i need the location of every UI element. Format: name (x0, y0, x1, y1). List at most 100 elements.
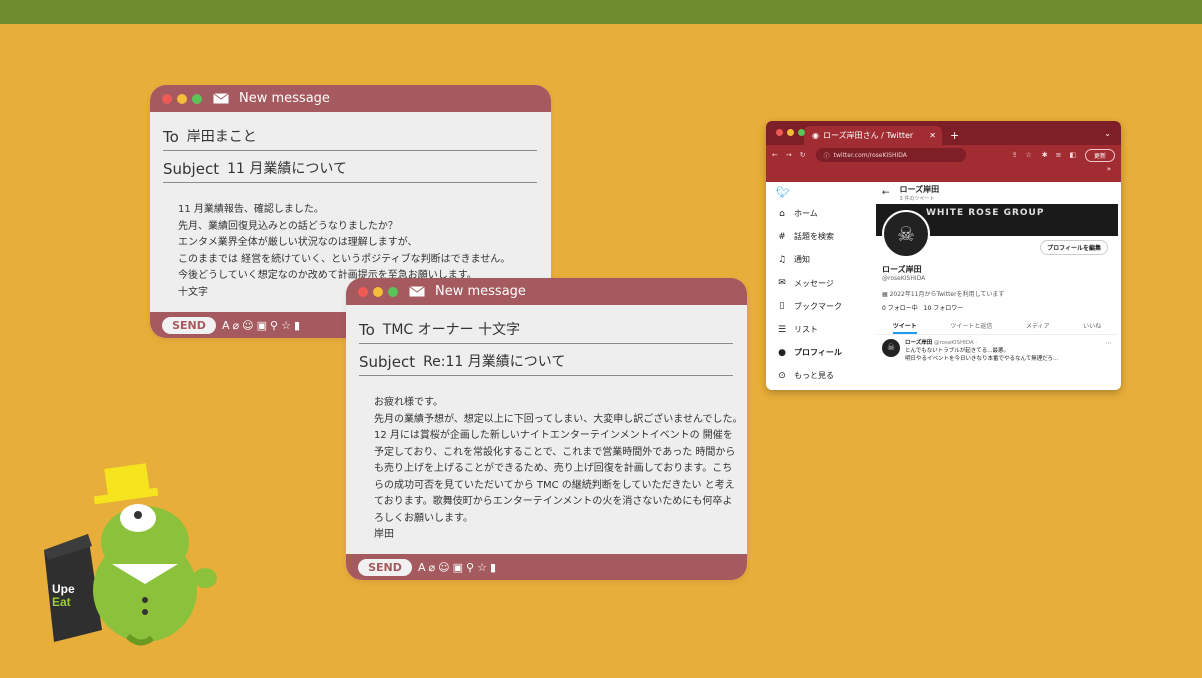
attach-icon[interactable]: ⌀ (233, 319, 240, 332)
subject-label: Subject (163, 160, 220, 178)
new-tab-icon[interactable]: + (950, 129, 959, 142)
body-line: 先月、業績回復見込みとの話どうなりましたか？ (178, 220, 398, 232)
tab-media[interactable]: メディア (1026, 321, 1050, 334)
bookmark-star-icon[interactable]: ☆ (1026, 151, 1032, 159)
sidebar-item-more[interactable]: ⊙ もっと見る (766, 364, 874, 387)
body-line: らの成功可否を見ていただいてから TMC の継続判断をしていただきたい と考え (374, 479, 735, 491)
tweet-author: ローズ岸田 (905, 340, 933, 346)
close-dot-icon[interactable] (776, 129, 783, 136)
format-text-icon[interactable]: A (418, 561, 426, 574)
profile-name: ローズ岸田 (882, 265, 922, 274)
update-button[interactable]: 更新 (1084, 148, 1115, 162)
followers-count[interactable]: 10 フォロワー (924, 305, 964, 312)
envelope-icon (213, 93, 229, 104)
emoji-icon[interactable]: ☺ (242, 319, 253, 332)
browser-window: ◉ ローズ岸田さん / Twitter ✕ + ⌄ ← → ↻ ⓘ twitte… (766, 121, 1121, 390)
body-line: ております。歌舞伎町からエンターテインメントの火を消さないためにも何卒よ (374, 496, 733, 507)
tab-likes[interactable]: いいね (1083, 321, 1101, 334)
sidebar-item-label: もっと見る (794, 371, 834, 381)
search-icon[interactable]: ⚲ (270, 319, 278, 332)
calendar-icon: ▦ (882, 291, 890, 298)
bookmarks-bar: » (766, 165, 1121, 182)
sidebar-item-lists[interactable]: ☰ リスト (766, 318, 874, 341)
body-line: 予定しており、これを常設化することで、これまで営業時間外であった 時間から (374, 446, 736, 458)
back-arrow-icon[interactable]: ← (882, 188, 890, 198)
emoji-icon[interactable]: ☺ (438, 561, 449, 574)
edit-profile-button[interactable]: プロフィールを編集 (1040, 240, 1108, 255)
send-button[interactable]: SEND (162, 316, 216, 334)
forward-icon[interactable]: → (786, 151, 792, 159)
subject-field[interactable]: Subject 11 月業績について (163, 155, 537, 183)
sidebar-item-label: 通知 (794, 255, 810, 265)
mail-window-2: New message To TMC オーナー 十文字 Subject Re:1… (346, 278, 747, 580)
sidebar-item-label: メッセージ (794, 278, 834, 288)
attach-icon[interactable]: ⌀ (429, 561, 436, 574)
minimize-dot-icon[interactable] (787, 129, 794, 136)
avatar[interactable]: ☠ (882, 210, 930, 258)
maximize-dot-icon[interactable] (798, 129, 805, 136)
sidebar-item-profile[interactable]: ● プロフィール (766, 341, 874, 364)
mail-1-title-bar: New message (150, 85, 551, 112)
sidebar-item-label: ホーム (794, 209, 818, 219)
star-icon[interactable]: ☆ (477, 561, 487, 574)
image-icon[interactable]: ▣ (257, 319, 267, 332)
back-icon[interactable]: ← (772, 151, 778, 159)
bell-icon: ♫ (777, 254, 787, 265)
share-icon[interactable]: ⇪ (1012, 151, 1018, 159)
maximize-dot-icon[interactable] (192, 93, 202, 104)
trash-icon[interactable]: ▮ (294, 319, 300, 332)
url-input[interactable]: ⓘ twitter.com/roseKISHIDA (815, 148, 966, 162)
body-line: エンタメ業界全体が厳しい状況なのは理解しますが、 (178, 237, 418, 248)
reading-list-icon[interactable]: ≡ (1056, 151, 1062, 159)
format-text-icon[interactable]: A (222, 319, 230, 332)
tweet-more-icon[interactable]: ⋯ (1105, 339, 1112, 363)
sidebar-item-notifications[interactable]: ♫ 通知 (766, 248, 874, 271)
trash-icon[interactable]: ▮ (490, 561, 496, 574)
mail-2-body[interactable]: お疲れ様です。 先月の業績予想が、想定以上に下回ってしまい、大変申し訳ございませ… (374, 395, 743, 544)
profile-header: ← ローズ岸田 3 件のツイート (876, 182, 1118, 204)
extensions-icon[interactable]: ✱ (1042, 151, 1048, 159)
minimize-dot-icon[interactable] (177, 93, 187, 104)
tab-close-icon[interactable]: ✕ (929, 131, 936, 140)
to-value: 岸田まこと (186, 129, 257, 145)
tab-menu-icon[interactable]: ⌄ (1104, 129, 1111, 138)
more-bookmarks-icon[interactable]: » (1107, 165, 1111, 173)
subject-label: Subject (359, 353, 416, 371)
star-icon[interactable]: ☆ (281, 319, 291, 332)
tab-tweets[interactable]: ツイート (892, 321, 917, 334)
to-field[interactable]: To TMC オーナー 十文字 (359, 316, 733, 344)
minimize-dot-icon[interactable] (373, 286, 383, 297)
profile-panel: ← ローズ岸田 3 件のツイート WHITE ROSE GROUP ☠ プロフィ… (876, 182, 1118, 367)
joined-date: ▦ 2022年11月からTwitterを利用しています (882, 289, 1118, 298)
close-dot-icon[interactable] (162, 93, 172, 104)
tab-replies[interactable]: ツイートと返信 (950, 321, 992, 334)
sidepanel-icon[interactable]: ◧ (1070, 151, 1077, 159)
sidebar-item-label: ブックマーク (794, 301, 842, 311)
mail-icon: ✉ (778, 278, 786, 289)
mail-2-title-bar: New message (346, 278, 747, 305)
twitter-logo-icon[interactable]: 🐦︎ (766, 182, 874, 202)
sidebar-item-messages[interactable]: ✉ メッセージ (766, 272, 874, 295)
subject-field[interactable]: Subject Re:11 月業績について (359, 348, 733, 376)
tweet-count: 3 件のツイート (899, 196, 935, 202)
reload-icon[interactable]: ↻ (800, 151, 806, 159)
bookmark-icon: ▯ (779, 301, 785, 312)
body-line: ろしくお願いします。 (374, 512, 473, 524)
mail-2-title: New message (435, 284, 526, 299)
to-field[interactable]: To 岸田まこと (163, 123, 537, 151)
tweet-avatar: ☠ (882, 339, 900, 357)
send-button[interactable]: SEND (358, 558, 412, 576)
browser-tab[interactable]: ◉ ローズ岸田さん / Twitter ✕ (804, 126, 942, 145)
image-icon[interactable]: ▣ (453, 561, 463, 574)
sidebar-item-bookmarks[interactable]: ▯ ブックマーク (766, 295, 874, 318)
sidebar-item-explore[interactable]: # 話題を検索 (766, 225, 874, 248)
body-line: 先月の業績予想が、想定以上に下回ってしまい、大変申し訳ございませんでした。 (374, 413, 743, 425)
tweet-text: 明日やるイベントを今日いきなり本番でやるなんて無理だろ... (905, 356, 1059, 362)
close-dot-icon[interactable] (358, 286, 368, 297)
following-count[interactable]: 0 フォロー中 (882, 305, 918, 312)
tweet-item[interactable]: ☠ ローズ岸田 @roseKISHIDA · とんでもないトラブルが起きてる..… (876, 335, 1118, 367)
maximize-dot-icon[interactable] (388, 286, 398, 297)
to-value: TMC オーナー 十文字 (382, 322, 521, 338)
sidebar-item-home[interactable]: ⌂ ホーム (766, 202, 874, 225)
search-icon[interactable]: ⚲ (466, 561, 474, 574)
